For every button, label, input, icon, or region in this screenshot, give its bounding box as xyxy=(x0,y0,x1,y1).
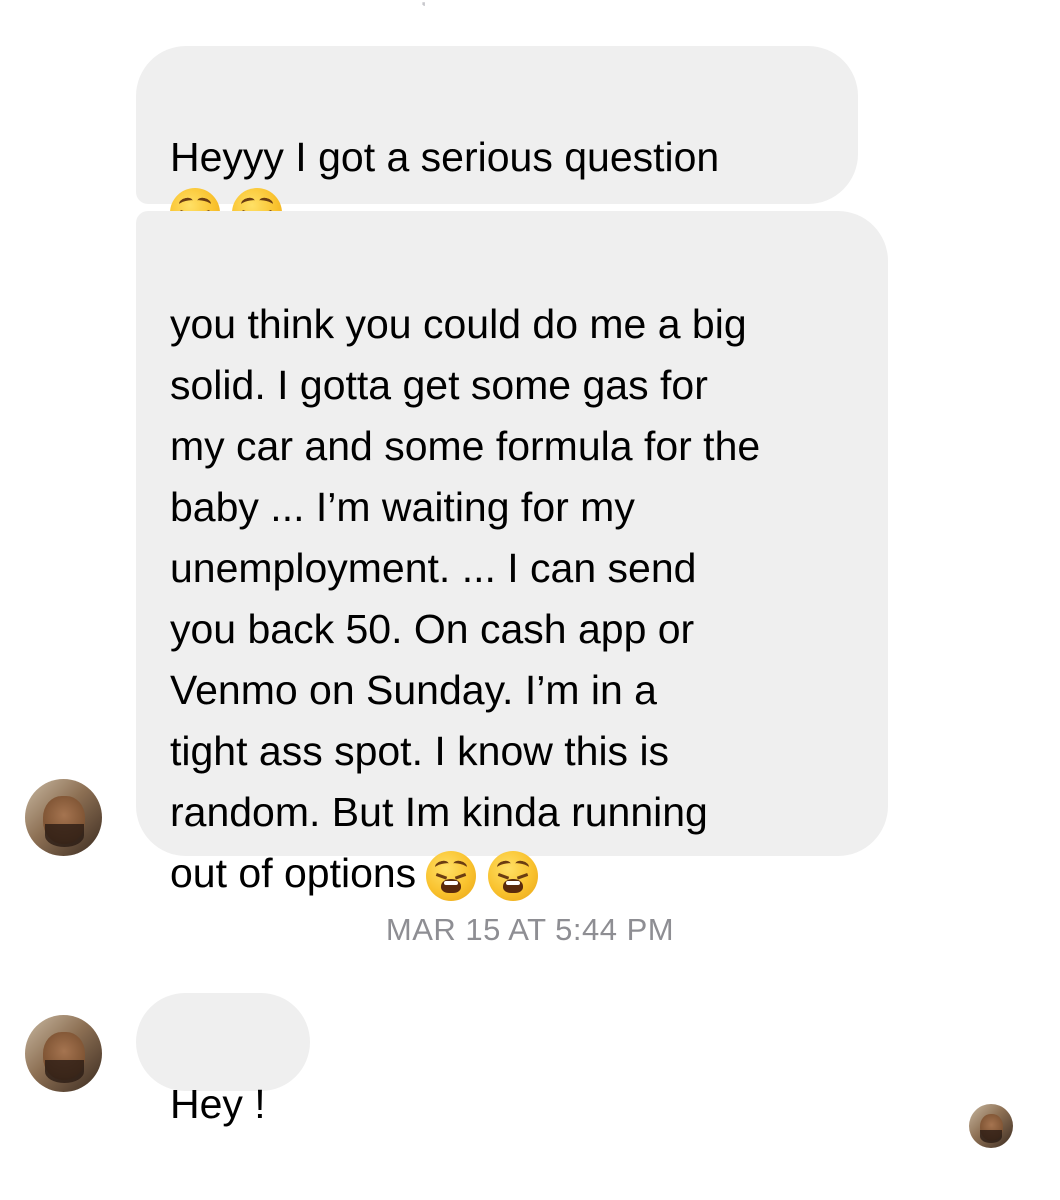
seen-receipt-avatar xyxy=(969,1104,1013,1148)
weary-face-emoji-icon xyxy=(488,851,539,902)
sender-avatar[interactable] xyxy=(25,779,102,856)
message-bubble-2[interactable]: you think you could do me a big solid. I… xyxy=(136,211,888,902)
emoji-row xyxy=(426,851,539,902)
previous-timestamp-fragment: , xyxy=(420,0,480,6)
message-timestamp: MAR 15 AT 5:44 PM xyxy=(385,912,675,947)
sender-avatar[interactable] xyxy=(25,1015,102,1092)
message-text: Heyyy I got a serious question xyxy=(170,134,720,180)
message-bubble-1[interactable]: Heyyy I got a serious question xyxy=(136,46,858,238)
message-bubble-3[interactable]: Hey ! xyxy=(136,993,310,1127)
weary-face-emoji-icon xyxy=(426,851,477,902)
message-text: you think you could do me a big solid. I… xyxy=(170,301,761,896)
message-text: Hey ! xyxy=(170,1081,266,1127)
